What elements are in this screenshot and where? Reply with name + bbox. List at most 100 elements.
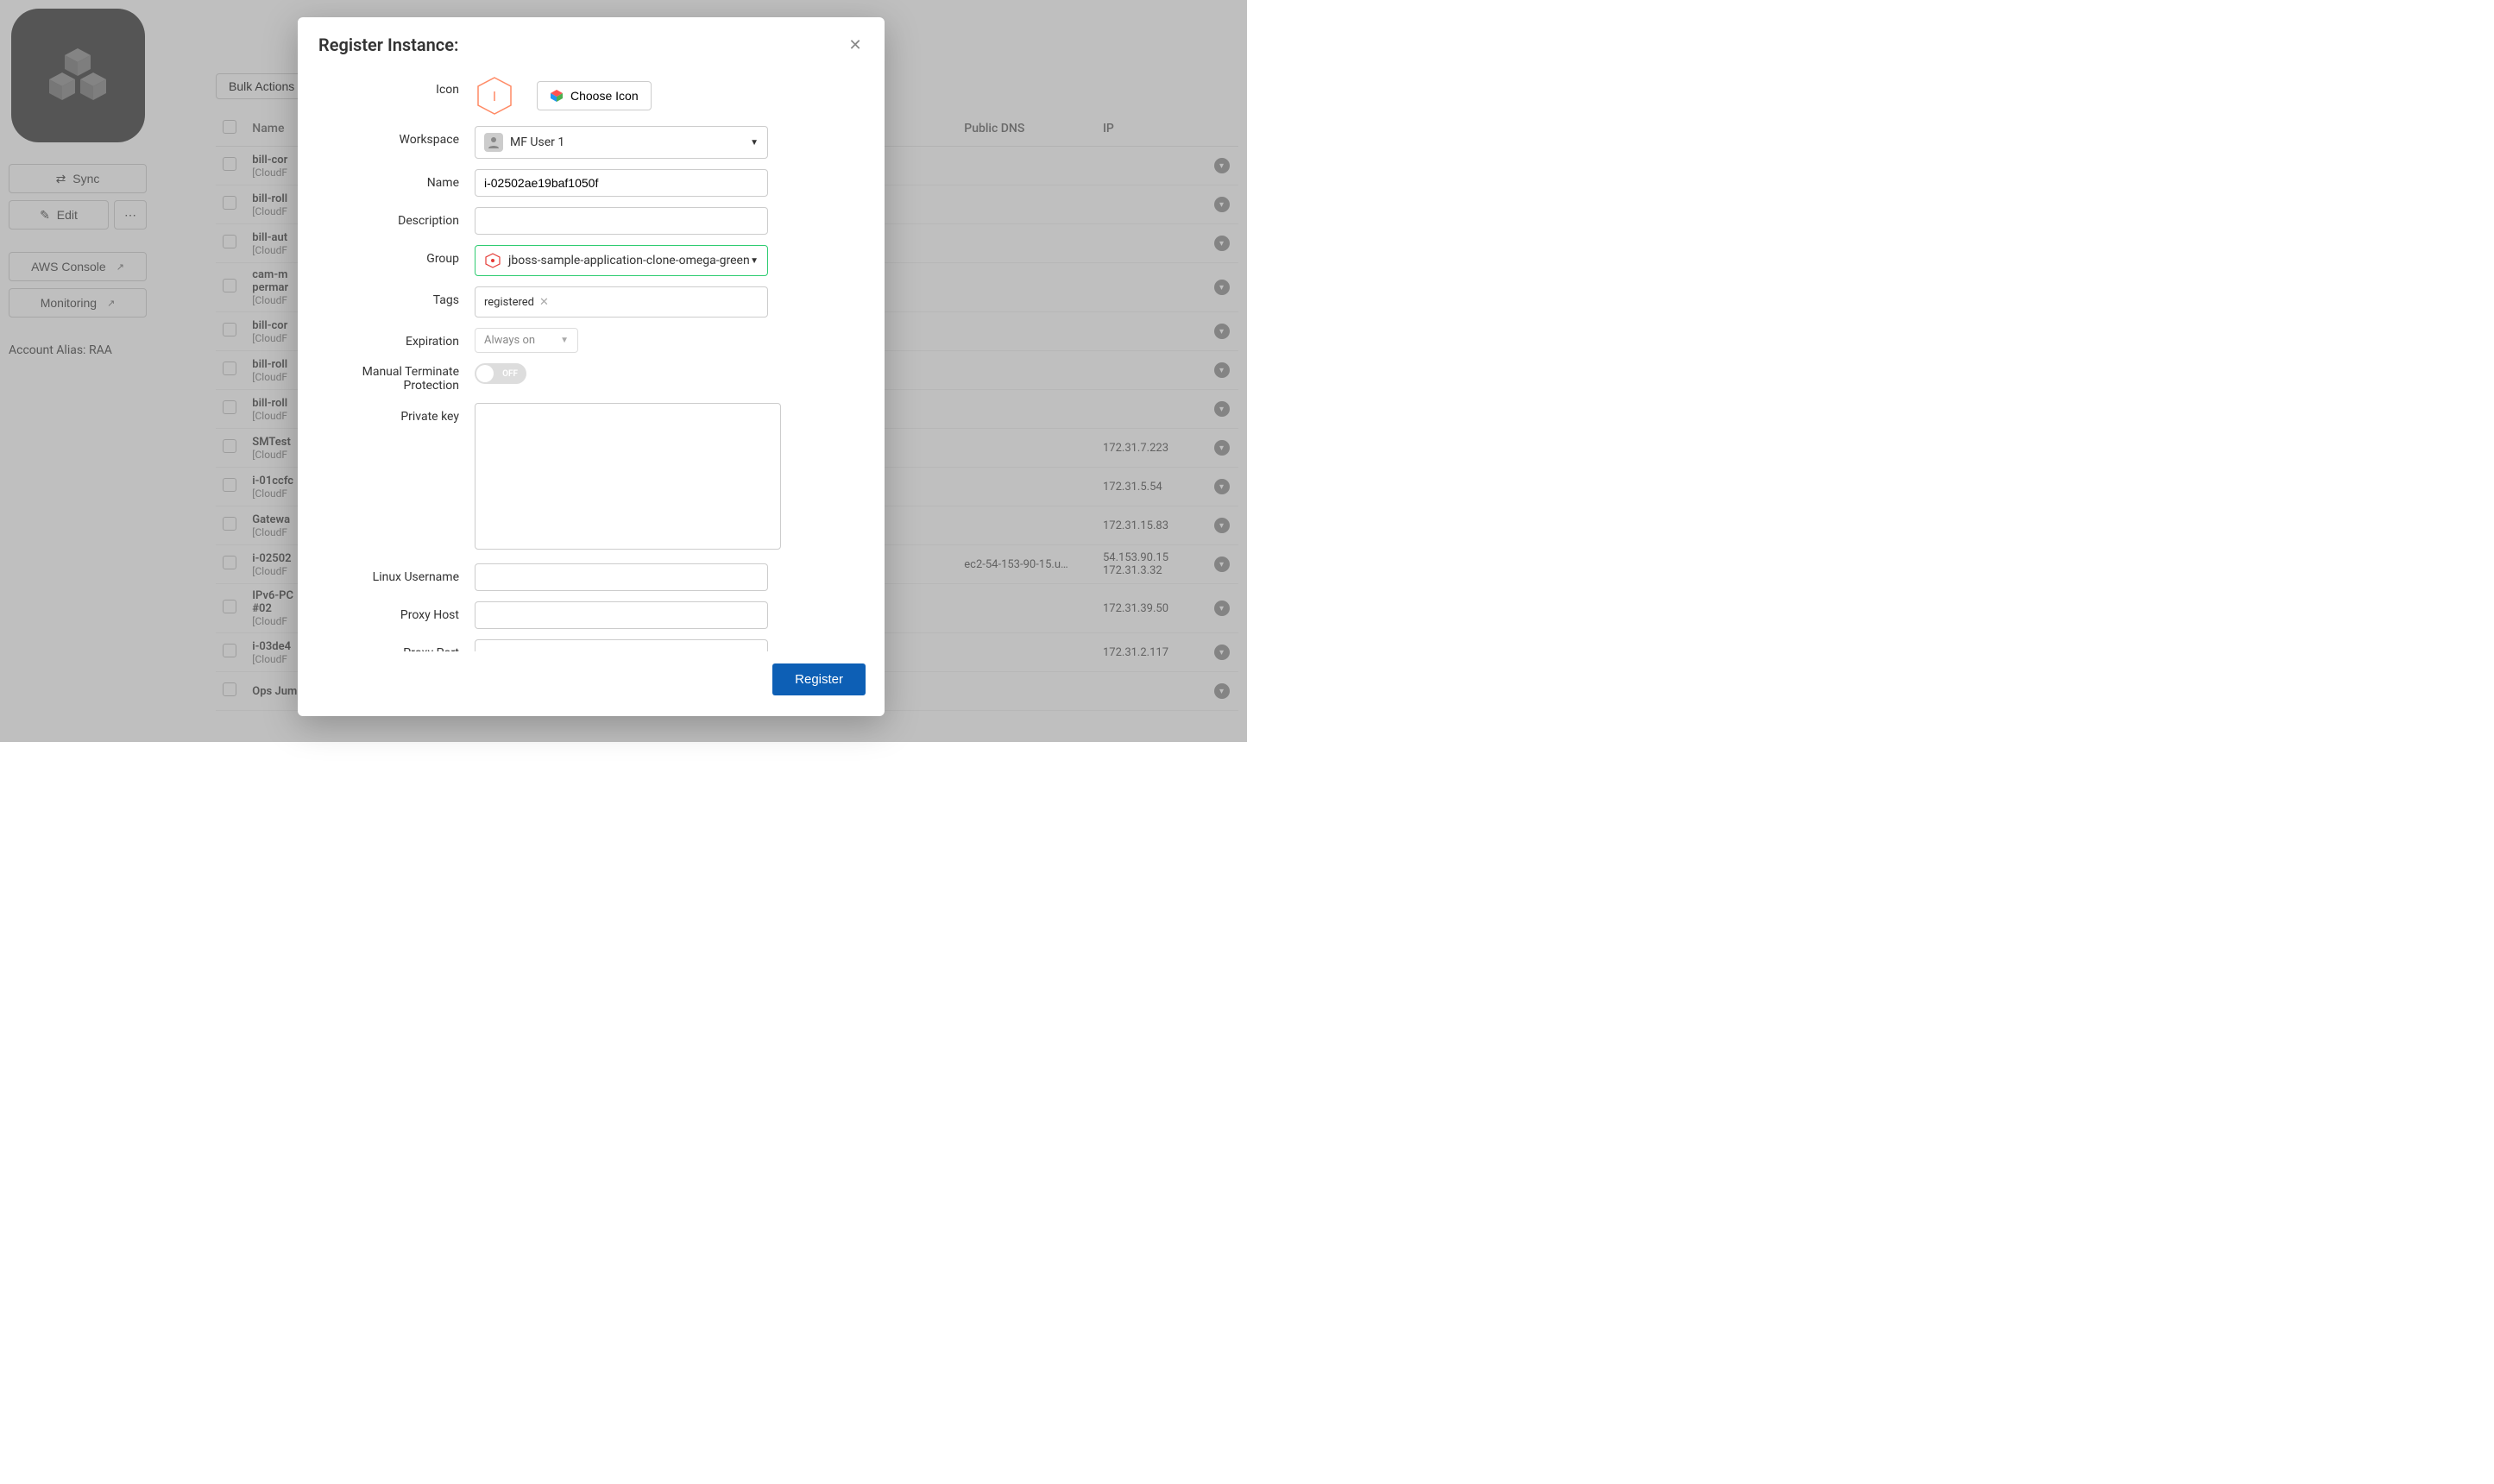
modal-close-button[interactable]: ✕ bbox=[847, 36, 864, 53]
row-actions-button[interactable]: ▾ bbox=[1214, 236, 1230, 251]
chevron-down-icon: ▾ bbox=[1219, 161, 1224, 171]
row-ip: 54.153.90.15172.31.3.32 bbox=[1096, 545, 1207, 584]
row-ip bbox=[1096, 351, 1207, 390]
close-icon: ✕ bbox=[848, 36, 861, 54]
sync-button[interactable]: ⇄ Sync bbox=[9, 164, 147, 193]
row-checkbox[interactable] bbox=[223, 439, 236, 453]
row-ip: 172.31.2.117 bbox=[1096, 633, 1207, 672]
workspace-select[interactable]: MF User 1 ▼ bbox=[475, 126, 768, 159]
register-button[interactable]: Register bbox=[772, 663, 866, 695]
row-checkbox[interactable] bbox=[223, 644, 236, 657]
row-public-dns bbox=[957, 429, 1096, 468]
external-link-icon: ↗ bbox=[107, 298, 115, 309]
row-checkbox[interactable] bbox=[223, 279, 236, 292]
tags-input[interactable]: registered ✕ bbox=[475, 286, 768, 318]
manual-terminate-label: Manual Terminate Protection bbox=[324, 363, 475, 393]
row-ip bbox=[1096, 312, 1207, 351]
instance-icon-preview: I bbox=[475, 76, 514, 116]
row-actions-button[interactable]: ▾ bbox=[1214, 401, 1230, 417]
row-checkbox[interactable] bbox=[223, 400, 236, 414]
row-public-dns bbox=[957, 263, 1096, 312]
row-checkbox[interactable] bbox=[223, 323, 236, 336]
tag-remove-button[interactable]: ✕ bbox=[539, 296, 549, 309]
row-actions-button[interactable]: ▾ bbox=[1214, 479, 1230, 494]
monitoring-label: Monitoring bbox=[41, 296, 97, 310]
row-public-dns bbox=[957, 506, 1096, 545]
row-actions-button[interactable]: ▾ bbox=[1214, 440, 1230, 456]
chevron-down-icon: ▼ bbox=[560, 336, 569, 345]
sync-icon: ⇄ bbox=[56, 172, 66, 186]
expiration-label: Expiration bbox=[324, 328, 475, 349]
chevron-down-icon: ▾ bbox=[1219, 283, 1224, 292]
row-actions-button[interactable]: ▾ bbox=[1214, 683, 1230, 699]
bulk-actions-button[interactable]: Bulk Actions bbox=[216, 73, 307, 99]
row-checkbox[interactable] bbox=[223, 235, 236, 248]
proxy-port-input[interactable] bbox=[475, 639, 768, 651]
row-ip: 172.31.39.50 bbox=[1096, 584, 1207, 633]
chevron-down-icon: ▾ bbox=[1219, 366, 1224, 375]
chevron-down-icon: ▾ bbox=[1219, 482, 1224, 492]
row-checkbox[interactable] bbox=[223, 362, 236, 375]
row-actions-button[interactable]: ▾ bbox=[1214, 556, 1230, 572]
description-input[interactable] bbox=[475, 207, 768, 235]
row-public-dns bbox=[957, 633, 1096, 672]
row-actions-button[interactable]: ▾ bbox=[1214, 645, 1230, 660]
proxy-host-label: Proxy Host bbox=[324, 601, 475, 622]
linux-username-input[interactable] bbox=[475, 563, 768, 591]
proxy-host-input[interactable] bbox=[475, 601, 768, 629]
row-actions-button[interactable]: ▾ bbox=[1214, 362, 1230, 378]
row-ip: 172.31.5.54 bbox=[1096, 468, 1207, 506]
row-public-dns: ec2-54-153-90-15.u… bbox=[957, 545, 1096, 584]
col-public-dns[interactable]: Public DNS bbox=[957, 111, 1096, 147]
name-label: Name bbox=[324, 169, 475, 190]
row-ip bbox=[1096, 263, 1207, 312]
chevron-down-icon: ▾ bbox=[1219, 560, 1224, 569]
row-checkbox[interactable] bbox=[223, 478, 236, 492]
group-icon bbox=[484, 252, 501, 269]
row-actions-button[interactable]: ▾ bbox=[1214, 197, 1230, 212]
monitoring-button[interactable]: Monitoring ↗ bbox=[9, 288, 147, 318]
row-actions-button[interactable]: ▾ bbox=[1214, 280, 1230, 295]
private-key-textarea[interactable] bbox=[475, 403, 781, 550]
chevron-down-icon: ▼ bbox=[750, 256, 759, 266]
app-logo bbox=[11, 9, 145, 142]
expiration-select[interactable]: Always on ▼ bbox=[475, 328, 578, 353]
chevron-down-icon: ▼ bbox=[750, 138, 759, 148]
group-label: Group bbox=[324, 245, 475, 266]
row-actions-button[interactable]: ▾ bbox=[1214, 324, 1230, 339]
col-ip[interactable]: IP bbox=[1096, 111, 1207, 147]
name-input[interactable] bbox=[475, 169, 768, 197]
chevron-down-icon: ▾ bbox=[1219, 443, 1224, 453]
row-public-dns bbox=[957, 584, 1096, 633]
row-checkbox[interactable] bbox=[223, 556, 236, 569]
row-ip bbox=[1096, 186, 1207, 224]
edit-button[interactable]: ✎ Edit bbox=[9, 200, 109, 230]
aws-console-button[interactable]: AWS Console ↗ bbox=[9, 252, 147, 281]
row-checkbox[interactable] bbox=[223, 517, 236, 531]
private-key-label: Private key bbox=[324, 403, 475, 424]
toggle-knob bbox=[476, 365, 494, 382]
chevron-down-icon: ▾ bbox=[1219, 327, 1224, 336]
row-public-dns bbox=[957, 390, 1096, 429]
row-checkbox[interactable] bbox=[223, 157, 236, 171]
choose-icon-button[interactable]: Choose Icon bbox=[537, 81, 652, 110]
linux-username-label: Linux Username bbox=[324, 563, 475, 584]
row-actions-button[interactable]: ▾ bbox=[1214, 518, 1230, 533]
group-select[interactable]: jboss-sample-application-clone-omega-gre… bbox=[475, 245, 768, 276]
workspace-label: Workspace bbox=[324, 126, 475, 147]
aws-console-label: AWS Console bbox=[31, 260, 106, 274]
edit-label: Edit bbox=[57, 208, 78, 222]
row-actions-button[interactable]: ▾ bbox=[1214, 158, 1230, 173]
row-checkbox[interactable] bbox=[223, 600, 236, 613]
manual-terminate-toggle[interactable]: OFF bbox=[475, 363, 526, 384]
row-ip: 172.31.15.83 bbox=[1096, 506, 1207, 545]
row-checkbox[interactable] bbox=[223, 196, 236, 210]
row-checkbox[interactable] bbox=[223, 682, 236, 696]
chevron-down-icon: ▾ bbox=[1219, 604, 1224, 613]
select-all-checkbox[interactable] bbox=[223, 120, 236, 134]
row-actions-button[interactable]: ▾ bbox=[1214, 601, 1230, 616]
ellipsis-icon: ⋯ bbox=[124, 208, 136, 223]
user-avatar-icon bbox=[484, 133, 503, 152]
more-actions-button[interactable]: ⋯ bbox=[114, 200, 147, 230]
tags-label: Tags bbox=[324, 286, 475, 307]
